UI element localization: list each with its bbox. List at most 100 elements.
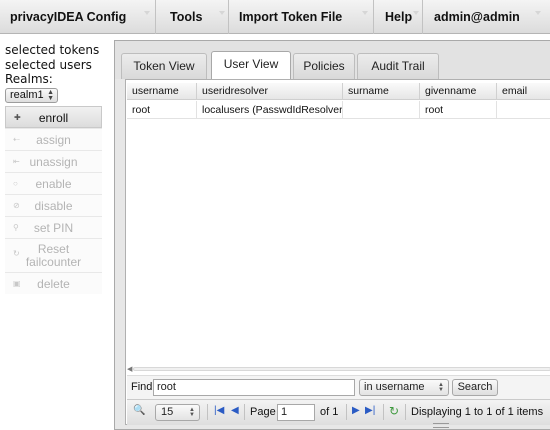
action-label: assign <box>36 133 71 147</box>
left-sidebar: selected tokens selected users Realms: r… <box>0 36 112 430</box>
column-header-email[interactable]: email <box>497 83 550 100</box>
column-header-username[interactable]: username <box>127 83 197 100</box>
cell-surname <box>343 101 420 119</box>
action-label: delete <box>37 277 70 291</box>
pager-divider <box>207 404 208 420</box>
find-bar: Find root in username ▲ ▼ Search <box>127 375 550 399</box>
pager-divider <box>405 404 406 420</box>
action-label: set PIN <box>33 221 74 235</box>
disable-button[interactable]: ⊘ disable <box>5 194 102 216</box>
pager-divider <box>244 404 245 420</box>
page-size-select[interactable]: 15 ▲ ▼ <box>155 404 200 421</box>
grid-header: username useridresolver surname givennam… <box>127 83 550 100</box>
horizontal-scrollbar[interactable]: ◀ <box>127 365 550 373</box>
delete-button[interactable]: ▣ delete <box>5 272 102 294</box>
tab-token-view[interactable]: Token View <box>121 53 207 79</box>
trash-icon: ▣ <box>13 279 21 288</box>
previous-page-icon[interactable]: ◀ <box>231 405 239 416</box>
tab-bar: Token View User View Policies Audit Trai… <box>115 41 550 80</box>
action-label-line1: Reset <box>37 242 70 256</box>
find-label: Find <box>131 381 153 393</box>
pager-divider <box>383 404 384 420</box>
column-header-givenname[interactable]: givenname <box>420 83 497 100</box>
menu-label: Import Token File <box>239 10 343 24</box>
selection-info: selected tokens selected users Realms: <box>0 36 112 87</box>
page-count-label: of 1 <box>320 406 339 418</box>
cell-username: root <box>127 101 197 119</box>
tab-label: User View <box>223 57 279 71</box>
set-pin-button[interactable]: ⚲ set PIN <box>5 216 102 238</box>
select-arrows-icon: ▲ ▼ <box>189 407 195 418</box>
realm-select-value: realm1 <box>10 89 44 101</box>
scroll-left-icon[interactable]: ◀ <box>127 365 132 373</box>
search-toggle-icon[interactable]: 🔍 <box>133 405 145 416</box>
plus-icon: ✚ <box>14 113 21 122</box>
pin-icon: ⚲ <box>13 223 19 232</box>
realms-label: Realms: <box>5 72 53 86</box>
menu-tools[interactable]: Tools <box>157 0 229 34</box>
enroll-button[interactable]: ✚ enroll <box>5 106 102 128</box>
main-content: Token View User View Policies Audit Trai… <box>114 40 550 430</box>
first-page-icon[interactable]: |◀ <box>214 405 224 416</box>
chevron-down-icon <box>362 11 368 15</box>
disable-icon: ⊘ <box>13 201 20 210</box>
enable-button[interactable]: ○ enable <box>5 172 102 194</box>
menu-admin-user[interactable]: admin@admin <box>424 0 550 34</box>
action-label-line2: failcounter <box>25 255 82 269</box>
pager-bar: 🔍 15 ▲ ▼ |◀ ◀ Page 1 of 1 ▶ ▶| ↻ Displayi… <box>127 399 550 425</box>
select-arrows-icon: ▲ ▼ <box>47 89 54 102</box>
find-input[interactable]: root <box>153 379 355 396</box>
tab-user-view[interactable]: User View <box>211 51 291 80</box>
chevron-down-icon <box>413 11 419 15</box>
find-field-value: in username <box>364 381 425 393</box>
assign-button[interactable]: ⇠ assign <box>5 128 102 150</box>
unassign-button[interactable]: ⇤ unassign <box>5 150 102 172</box>
search-button[interactable]: Search <box>452 379 498 396</box>
chevron-down-icon <box>535 11 541 15</box>
cell-useridresolver: localusers (PasswdIdResolver) <box>197 101 343 119</box>
column-header-surname[interactable]: surname <box>343 83 420 100</box>
realm-select[interactable]: realm1 ▲ ▼ <box>5 88 58 103</box>
tab-label: Token View <box>133 59 195 73</box>
find-input-value: root <box>157 381 176 393</box>
page-number-value: 1 <box>281 406 288 418</box>
menu-label: Help <box>385 10 413 24</box>
selected-users-label: selected users <box>5 57 92 72</box>
select-arrows-icon: ▲ ▼ <box>438 382 444 393</box>
scrollbar-track[interactable] <box>133 367 550 371</box>
tab-label: Audit Trail <box>371 59 425 73</box>
pager-status: Displaying 1 to 1 of 1 items <box>411 406 544 418</box>
next-page-icon[interactable]: ▶ <box>352 405 360 416</box>
page-number-input[interactable]: 1 <box>277 404 315 421</box>
action-buttons: ✚ enroll ⇠ assign ⇤ unassign ○ enable ⊘ … <box>5 106 102 294</box>
reset-failcounter-button[interactable]: ↻ Reset failcounter <box>5 238 102 272</box>
action-label: enroll <box>38 111 69 125</box>
top-menu-bar: privacyIDEA Config Tools Import Token Fi… <box>0 0 550 34</box>
last-page-icon[interactable]: ▶| <box>365 405 375 416</box>
search-button-label: Search <box>457 381 493 393</box>
action-label: enable <box>35 177 72 191</box>
menu-help[interactable]: Help <box>375 0 423 34</box>
find-field-select[interactable]: in username ▲ ▼ <box>359 379 449 396</box>
menu-privacyidea-config[interactable]: privacyIDEA Config <box>0 0 156 34</box>
enable-icon: ○ <box>13 179 18 188</box>
chevron-down-icon <box>144 11 150 15</box>
page-label: Page <box>250 406 276 418</box>
cell-givenname: root <box>420 101 497 119</box>
column-header-useridresolver[interactable]: useridresolver <box>197 83 343 100</box>
cell-email <box>497 101 550 119</box>
tab-policies[interactable]: Policies <box>293 53 355 79</box>
selected-tokens-label: selected tokens <box>5 43 100 57</box>
table-row[interactable]: root localusers (PasswdIdResolver) root <box>127 101 550 119</box>
refresh-icon[interactable]: ↻ <box>389 404 399 418</box>
resize-grip[interactable] <box>433 423 449 428</box>
chevron-down-icon <box>219 11 225 15</box>
pager-divider <box>346 404 347 420</box>
menu-label: admin@admin <box>434 10 520 24</box>
menu-import-token-file[interactable]: Import Token File <box>229 0 374 34</box>
action-label: unassign <box>29 155 78 169</box>
tab-label: Policies <box>303 59 345 73</box>
user-view-panel: username useridresolver surname givennam… <box>125 79 550 425</box>
tab-audit-trail[interactable]: Audit Trail <box>357 53 439 79</box>
menu-label: privacyIDEA Config <box>10 10 127 24</box>
